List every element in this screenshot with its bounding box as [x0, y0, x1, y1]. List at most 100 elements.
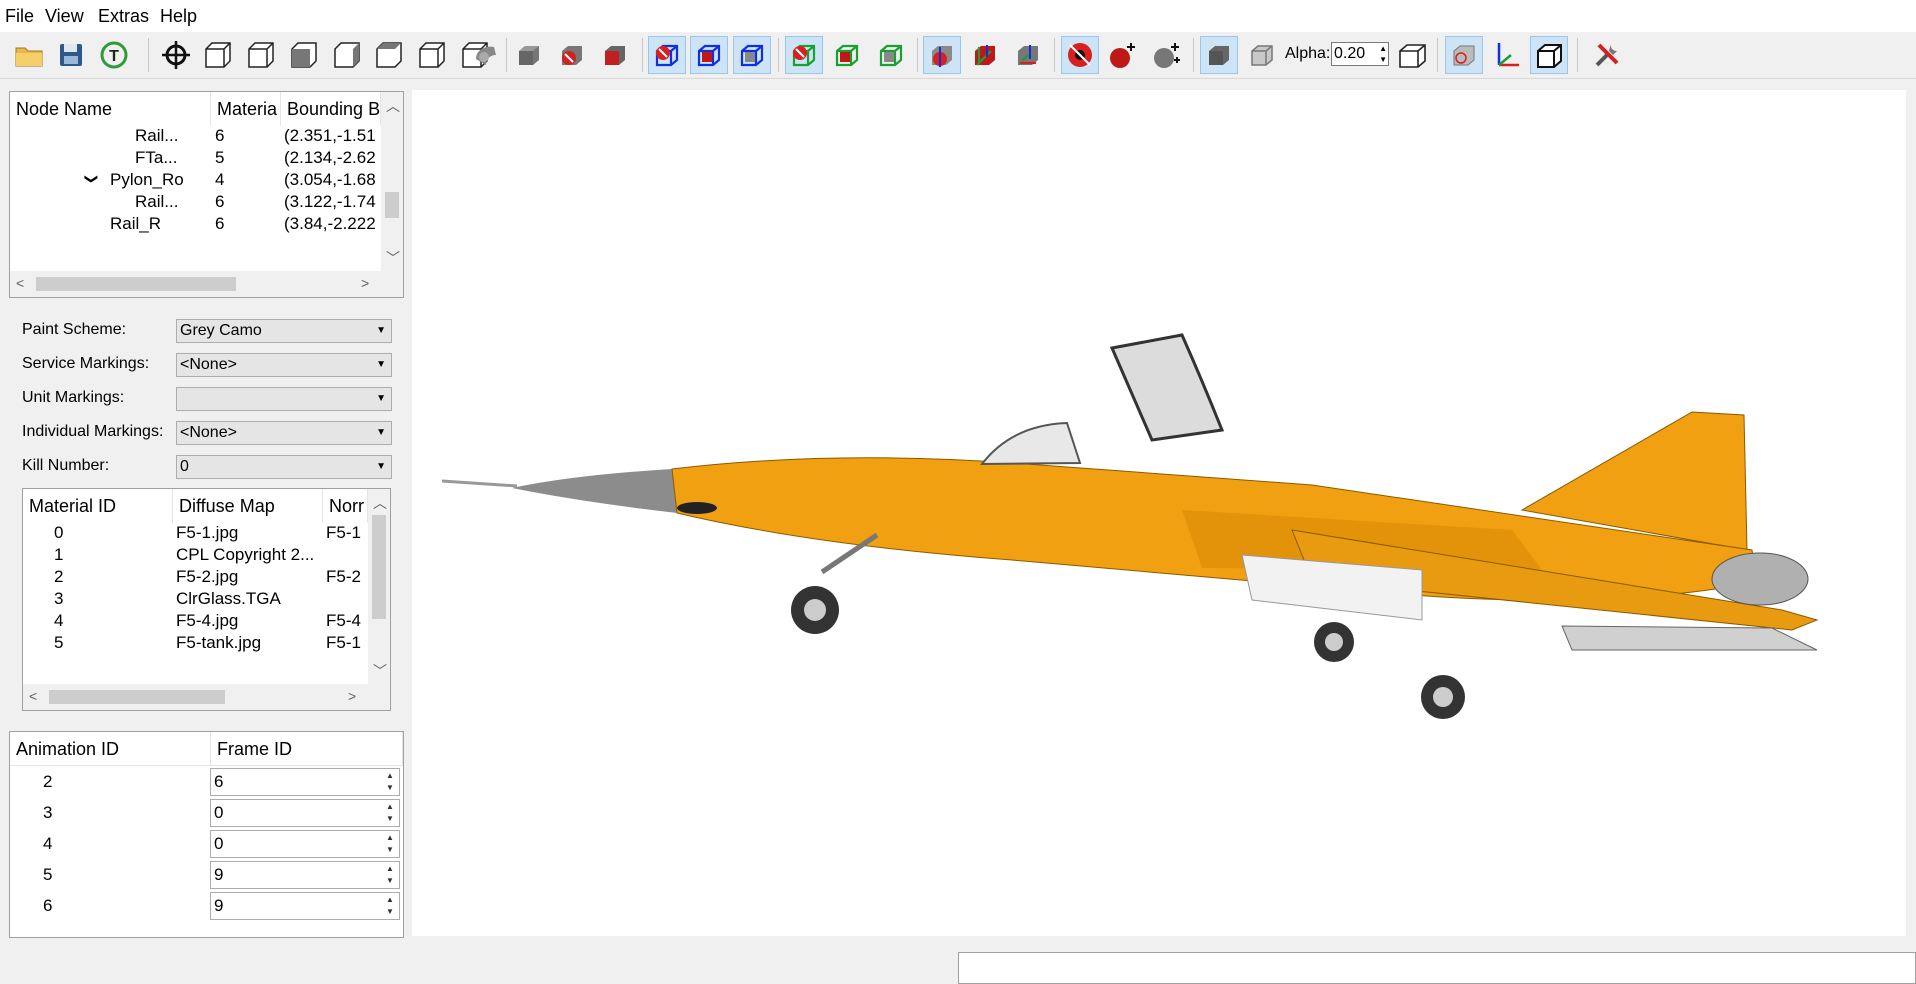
node-material: 5 [215, 148, 225, 167]
spin-up-icon[interactable]: ▲ [383, 770, 397, 782]
light-gray-icon[interactable] [1148, 36, 1186, 74]
material-id[interactable]: 5 [54, 633, 94, 653]
alpha-down-icon[interactable]: ▼ [1379, 54, 1387, 65]
individual-markings-label: Individual Markings: [22, 423, 164, 440]
solid-box-icon[interactable] [1200, 36, 1238, 74]
kill-number-select[interactable]: 0 ▼ [176, 455, 392, 479]
textured-cube-icon[interactable] [553, 36, 591, 74]
scroll-left-icon[interactable]: < [29, 688, 37, 704]
node-tree-hscrollbar[interactable]: < > [10, 271, 403, 297]
spin-down-icon[interactable]: ▼ [383, 875, 397, 887]
node-bounding-box: (3.122,-1.74 [284, 192, 376, 211]
axis-cube-2-icon[interactable] [1009, 36, 1047, 74]
frame-id-spinbox[interactable]: 0 ▲ ▼ [210, 799, 400, 827]
alpha-spinbox[interactable]: 0.20 ▲ ▼ [1331, 42, 1389, 66]
solid-cube-icon[interactable] [510, 36, 548, 74]
box-outline-icon[interactable] [1530, 36, 1568, 74]
node-name[interactable]: Pylon_Ro [110, 170, 210, 190]
node-material: 6 [215, 214, 225, 233]
node-tree-vscrollbar[interactable]: ︿ ﹀ [381, 92, 403, 271]
animation-id-header[interactable]: Animation ID [10, 732, 211, 766]
menu-file[interactable]: File [5, 6, 34, 27]
materials-vscrollbar[interactable]: ︿ ﹀ [368, 489, 390, 684]
spin-up-icon[interactable]: ▲ [383, 832, 397, 844]
grid-box-icon[interactable] [1445, 36, 1483, 74]
node-name[interactable]: Rail... [135, 192, 210, 212]
diffuse-map-header[interactable]: Diffuse Map [173, 489, 323, 523]
scroll-left-icon[interactable]: < [16, 275, 24, 291]
alpha-up-icon[interactable]: ▲ [1379, 43, 1387, 54]
frame-id-spinbox[interactable]: 6 ▲ ▼ [210, 768, 400, 796]
wireframe-box-icon[interactable] [1393, 36, 1431, 74]
bbox-blue-icon[interactable] [733, 36, 771, 74]
scroll-down-icon[interactable]: ﹀ [373, 661, 387, 681]
3d-viewport[interactable] [412, 90, 1906, 936]
frame-id-value: 9 [214, 896, 224, 915]
node-name[interactable]: Rail_R [110, 214, 210, 234]
transparent-box-icon[interactable] [1243, 36, 1281, 74]
frame-id-spinbox[interactable]: 0 ▲ ▼ [210, 830, 400, 858]
menu-help[interactable]: Help [160, 6, 197, 27]
material-id[interactable]: 0 [54, 523, 94, 543]
axes-icon[interactable] [1488, 36, 1526, 74]
menu-extras[interactable]: Extras [98, 6, 149, 27]
spin-up-icon[interactable]: ▲ [383, 894, 397, 906]
spin-down-icon[interactable]: ▼ [383, 813, 397, 825]
individual-markings-select[interactable]: <None> ▼ [176, 421, 392, 445]
no-bbox-blue-icon[interactable] [648, 36, 686, 74]
settings-icon[interactable] [1588, 36, 1626, 74]
scroll-down-icon[interactable]: ﹀ [386, 248, 400, 268]
expand-chevron-icon[interactable]: ❯ [83, 174, 99, 185]
materials-hscrollbar[interactable]: < > [23, 684, 390, 710]
diffuse-map: CPL Copyright 2... [176, 545, 315, 564]
spin-down-icon[interactable]: ▼ [383, 844, 397, 856]
material-id[interactable]: 1 [54, 545, 94, 565]
menu-bar: File View Extras Help [0, 0, 1916, 32]
spin-down-icon[interactable]: ▼ [383, 906, 397, 918]
material-header[interactable]: Materia [211, 92, 281, 126]
paint-scheme-select[interactable]: Grey Camo ▼ [176, 319, 392, 343]
node-name-header[interactable]: Node Name [10, 92, 211, 126]
spin-up-icon[interactable]: ▲ [383, 801, 397, 813]
node-name[interactable]: FTa... [135, 148, 210, 168]
scroll-up-icon[interactable]: ︿ [386, 96, 400, 116]
normal-map: F5-1 [326, 523, 361, 542]
normal-map: F5-1 [326, 633, 361, 652]
light-red-icon[interactable] [1104, 36, 1142, 74]
service-markings-label: Service Markings: [22, 355, 150, 372]
red-bbox-blue-icon[interactable] [690, 36, 728, 74]
paint-scheme-label: Paint Scheme: [22, 321, 127, 338]
scroll-up-icon[interactable]: ︿ [373, 493, 387, 513]
diffuse-map: F5-2.jpg [176, 567, 239, 586]
material-id-header[interactable]: Material ID [23, 489, 173, 523]
scroll-right-icon[interactable]: > [348, 688, 356, 704]
unit-markings-select[interactable]: ▼ [176, 387, 392, 411]
normal-map-header[interactable]: Norr [323, 489, 368, 523]
red-cube-icon[interactable] [596, 36, 634, 74]
bounding-box-header[interactable]: Bounding B [281, 92, 381, 126]
spin-up-icon[interactable]: ▲ [383, 863, 397, 875]
axis-cube-icon[interactable] [923, 36, 961, 74]
red-bbox-green-icon[interactable] [828, 36, 866, 74]
material-id[interactable]: 4 [54, 611, 94, 631]
status-bar [958, 952, 1916, 984]
animation-id: 4 [43, 834, 53, 853]
frame-id-spinbox[interactable]: 9 ▲ ▼ [210, 892, 400, 920]
service-markings-select[interactable]: <None> ▼ [176, 353, 392, 377]
bbox-green-icon[interactable] [872, 36, 910, 74]
frame-id-header[interactable]: Frame ID [211, 732, 403, 766]
no-bbox-green-icon[interactable] [785, 36, 823, 74]
diffuse-map: F5-4.jpg [176, 611, 239, 630]
scroll-right-icon[interactable]: > [361, 275, 369, 291]
menu-view[interactable]: View [45, 6, 84, 27]
node-bounding-box: (3.054,-1.68 [284, 170, 376, 189]
shaded-icon[interactable] [467, 36, 505, 74]
material-id[interactable]: 2 [54, 567, 94, 587]
node-name[interactable]: Rail... [135, 126, 210, 146]
alpha-value: 0.20 [1334, 45, 1366, 62]
material-id[interactable]: 3 [54, 589, 94, 609]
red-axis-cube-icon[interactable] [966, 36, 1004, 74]
frame-id-spinbox[interactable]: 9 ▲ ▼ [210, 861, 400, 889]
spin-down-icon[interactable]: ▼ [383, 782, 397, 794]
no-light-icon[interactable] [1061, 36, 1099, 74]
